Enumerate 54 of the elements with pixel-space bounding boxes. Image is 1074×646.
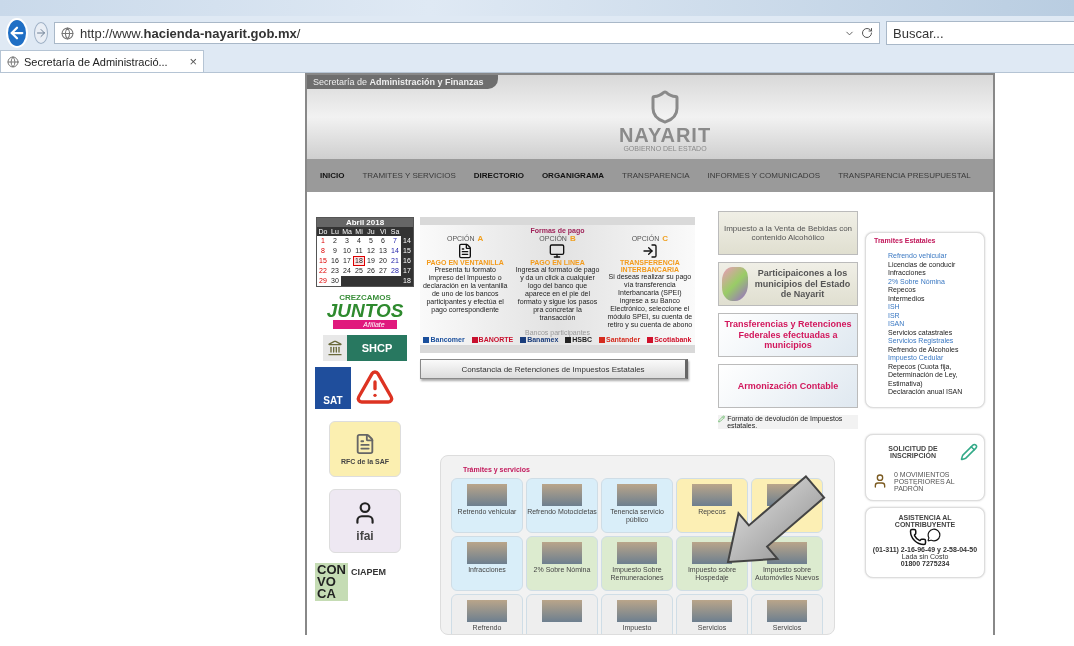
photo-placeholder xyxy=(767,600,807,622)
promo-banner[interactable]: Armonización Contable xyxy=(718,364,858,408)
nav-link[interactable]: TRANSPARENCIA PRESUPUESTAL xyxy=(829,163,980,188)
nav-link[interactable]: DIRECTORIO xyxy=(464,163,533,188)
convoca-logo[interactable]: CON VO CA xyxy=(315,563,348,601)
logo-title: NAYARIT xyxy=(618,125,712,145)
photo-placeholder xyxy=(692,600,732,622)
option-letter: C xyxy=(662,234,669,243)
promo-banner[interactable]: Transferencias y Retenciones Federales efectuadas a municipios xyxy=(718,313,858,357)
photo-placeholder xyxy=(467,600,507,622)
option-letter: A xyxy=(477,234,484,243)
nav-link[interactable]: TRAMITES Y SERVICIOS xyxy=(353,163,465,188)
tagline: Secretaría de Administración y Finanzas xyxy=(307,75,498,89)
photo-placeholder xyxy=(692,542,732,564)
page-icon xyxy=(7,55,19,68)
nav-link[interactable]: INICIO xyxy=(311,163,354,188)
photo-placeholder xyxy=(467,542,507,564)
sat-logo[interactable]: SAT xyxy=(315,367,351,409)
address-field[interactable]: http://www.hacienda-nayarit.gob.mx/ xyxy=(54,22,880,44)
photo-placeholder xyxy=(467,484,507,506)
phone-icon xyxy=(909,527,941,546)
photo-placeholder xyxy=(617,542,657,564)
photo-placeholder xyxy=(617,484,657,506)
back-button[interactable] xyxy=(6,18,28,48)
promo-banner[interactable]: Impuesto a la Venta de Bebidas con contenido Alcohólico xyxy=(718,211,858,255)
payment-method-icon xyxy=(641,243,658,259)
tab-title: Secretaría de Administració... xyxy=(24,55,168,68)
payment-method-icon xyxy=(457,243,474,259)
nav-link[interactable]: ORGANIGRAMA xyxy=(532,163,614,188)
page-icon xyxy=(61,26,74,40)
close-button[interactable]: × xyxy=(189,54,197,69)
constancia-button[interactable]: Constancia de Retenciones de Impuestos Estatales xyxy=(420,359,688,379)
pencil-icon xyxy=(718,415,726,423)
photo-placeholder xyxy=(542,600,582,622)
promo-banner[interactable]: Participaicones a los municipios del Estado de Nayarit xyxy=(718,262,858,306)
person-icon xyxy=(872,473,888,489)
ifai-tile[interactable]: ifai xyxy=(329,489,401,553)
photo-placeholder xyxy=(692,484,732,506)
nav-link[interactable]: TRANSPARENCIA xyxy=(613,163,699,188)
photo-placeholder xyxy=(542,484,582,506)
service-tile[interactable] xyxy=(526,594,598,634)
pencil-icon[interactable] xyxy=(960,442,978,461)
document-icon xyxy=(354,433,376,455)
forward-arrow-icon xyxy=(35,27,47,39)
browser-tab[interactable]: Secretaría de Administració... × xyxy=(0,50,204,72)
photo-placeholder xyxy=(542,542,582,564)
option-letter: B xyxy=(569,234,576,243)
payment-method-icon xyxy=(549,243,566,259)
photo-placeholder xyxy=(617,600,657,622)
ciapem-logo[interactable]: CIAPEM xyxy=(350,567,386,577)
search-field[interactable]: Buscar... xyxy=(886,21,1074,45)
calendar-title: Abril 2018 xyxy=(317,218,413,227)
refresh-icon[interactable] xyxy=(861,27,873,39)
nav-link[interactable]: INFORMES Y COMUNICADOS xyxy=(698,163,830,188)
